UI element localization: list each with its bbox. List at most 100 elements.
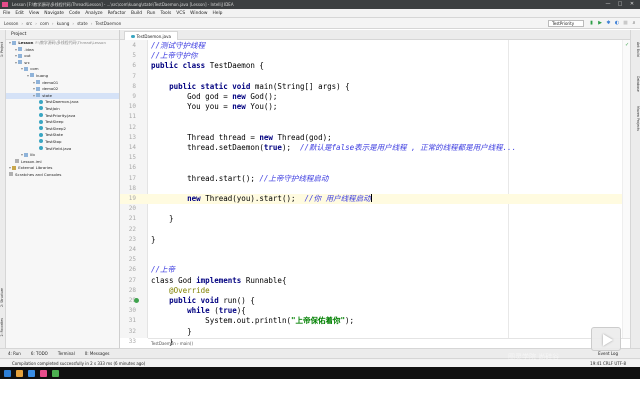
code-line[interactable]: 10 You you = new You();: [120, 102, 630, 112]
code-line[interactable]: 11: [120, 112, 630, 122]
menu-analyze[interactable]: Analyze: [85, 9, 102, 17]
code-line[interactable]: 20: [120, 204, 630, 214]
tree-item[interactable]: ▾ lib: [6, 152, 119, 159]
code-line[interactable]: 14 thread.setDaemon(true); //默认是false表示是…: [120, 143, 630, 153]
code-line[interactable]: 8 public static void main(String[] args)…: [120, 82, 630, 92]
browser-icon[interactable]: [28, 370, 35, 377]
tree-item[interactable]: ▾ kuang: [6, 73, 119, 80]
breadcrumb-lesson[interactable]: Lesson: [4, 18, 18, 28]
tree-item[interactable]: ▾ demo01: [6, 80, 119, 87]
menu-vcs[interactable]: VCS: [176, 9, 185, 17]
tree-item[interactable]: ▾ demo02: [6, 86, 119, 93]
coverage-icon[interactable]: ◐: [614, 20, 621, 27]
code-line[interactable]: 5 //上帝守护你: [120, 51, 630, 61]
code-line[interactable]: 24: [120, 245, 630, 255]
menu-help[interactable]: Help: [212, 9, 222, 17]
tree-item[interactable]: Lesson.iml: [6, 159, 119, 166]
code-line[interactable]: 6 public class TestDaemon {: [120, 61, 630, 71]
code-line[interactable]: 16: [120, 163, 630, 173]
breadcrumb-src[interactable]: src: [26, 18, 32, 28]
menu-navigate[interactable]: Navigate: [44, 9, 64, 17]
code-line[interactable]: 28 @Override: [120, 286, 630, 296]
breadcrumb-kuang[interactable]: kuang: [57, 18, 70, 28]
tree-item[interactable]: ▾ External Libraries: [6, 165, 119, 172]
java-class-icon: [131, 34, 135, 38]
menu-build[interactable]: Build: [131, 9, 142, 17]
minimize-button[interactable]: —: [602, 0, 614, 9]
code-line[interactable]: 31 System.out.println("上帝保佑着你");: [120, 316, 630, 326]
code-lines[interactable]: 4 //测试守护线程 5 //上帝守护你 6 public class TestDaemo…: [120, 40, 630, 346]
tree-item[interactable]: ▾ com: [6, 66, 119, 73]
menu-tools[interactable]: Tools: [160, 9, 171, 17]
code-line[interactable]: 19 new Thread(you).start(); //你 用户线程启动: [120, 194, 630, 205]
file-explorer-icon[interactable]: [16, 370, 23, 377]
editor-tab-testdaemon[interactable]: TestDaemon.java: [124, 31, 178, 40]
menu-edit[interactable]: Edit: [15, 9, 24, 17]
code-line[interactable]: 18: [120, 184, 630, 194]
tree-item[interactable]: ▾ Lesson F:\教学源码\多线程代码\Thread\Lesson: [6, 40, 119, 47]
code-line[interactable]: 4 //测试守护线程: [120, 41, 630, 51]
todo-tool-tab[interactable]: 6: TODO: [31, 349, 48, 358]
tree-item[interactable]: ▾ src: [6, 60, 119, 67]
tree-item[interactable]: TestStop: [6, 139, 119, 146]
tree-item[interactable]: TestYield.java: [6, 146, 119, 153]
run-tool-tab[interactable]: 4: Run: [8, 349, 21, 358]
code-line[interactable]: 9 God god = new God();: [120, 92, 630, 102]
breadcrumb-state[interactable]: state: [77, 18, 88, 28]
override-marker-icon[interactable]: [134, 298, 139, 303]
code-line[interactable]: 13 Thread thread = new Thread(god);: [120, 133, 630, 143]
code-line[interactable]: 25: [120, 255, 630, 265]
menu-code[interactable]: Code: [69, 9, 80, 17]
menu-file[interactable]: File: [3, 9, 10, 17]
tree-item[interactable]: TestDaemon.java: [6, 99, 119, 106]
tree-item[interactable]: TestState: [6, 132, 119, 139]
tree-item[interactable]: ▾ out: [6, 53, 119, 60]
code-line[interactable]: 7: [120, 72, 630, 82]
tree-item[interactable]: ▾ .idea: [6, 47, 119, 54]
code-line[interactable]: 22: [120, 225, 630, 235]
run-icon[interactable]: ▶: [597, 20, 604, 27]
code-line[interactable]: 27 class God implements Runnable{: [120, 276, 630, 286]
code-line[interactable]: 21 }: [120, 214, 630, 224]
terminal-tool-tab[interactable]: Terminal: [58, 349, 75, 358]
menu-refactor[interactable]: Refactor: [108, 9, 126, 17]
tree-item[interactable]: TestSleep: [6, 119, 119, 126]
stop-icon[interactable]: ■: [622, 20, 629, 27]
run-configuration-select[interactable]: TestPriority: [548, 20, 584, 27]
tree-item[interactable]: TestJoin: [6, 106, 119, 113]
menu-view[interactable]: View: [29, 9, 39, 17]
project-panel-title[interactable]: Project: [6, 30, 119, 40]
code-line[interactable]: 26 //上帝: [120, 265, 630, 275]
start-menu-icon[interactable]: [4, 370, 11, 377]
maximize-button[interactable]: □: [614, 0, 626, 9]
code-line[interactable]: 12: [120, 123, 630, 133]
breadcrumb-com[interactable]: com: [40, 18, 49, 28]
ant-build-tab[interactable]: Ant Build: [632, 42, 640, 57]
code-line[interactable]: 29 public void run() {: [120, 296, 630, 306]
tree-item[interactable]: ▾ state: [6, 92, 119, 100]
editor-breadcrumb[interactable]: TestDaemon › main(): [148, 338, 630, 348]
messages-tool-tab[interactable]: 0: Messages: [85, 349, 110, 358]
tree-item[interactable]: Scratches and Consoles: [6, 172, 119, 179]
maven-projects-tab[interactable]: Maven Projects: [632, 106, 640, 131]
code-line[interactable]: 32 }: [120, 327, 630, 337]
code-line[interactable]: 23}: [120, 235, 630, 245]
tree-item[interactable]: TestPriority.java: [6, 113, 119, 120]
code-line[interactable]: 15: [120, 153, 630, 163]
debug-icon[interactable]: ✱: [605, 20, 612, 27]
intellij-taskbar-icon[interactable]: [40, 370, 47, 377]
breadcrumb-testdaemon[interactable]: TestDaemon: [95, 18, 121, 28]
menu-window[interactable]: Window: [190, 9, 207, 17]
search-icon[interactable]: ⌕: [631, 20, 638, 27]
folder-icon: [36, 80, 41, 85]
menu-run[interactable]: Run: [147, 9, 155, 17]
tree-item[interactable]: TestSleep2: [6, 126, 119, 133]
app-taskbar-icon[interactable]: [52, 370, 59, 377]
database-tab[interactable]: Database: [632, 76, 640, 92]
close-button[interactable]: ✕: [626, 0, 638, 9]
code-line[interactable]: 30 while (true){: [120, 306, 630, 316]
editor-scrollbar[interactable]: ✓: [622, 40, 630, 338]
video-play-button[interactable]: [591, 327, 621, 351]
build-icon[interactable]: ▮: [588, 20, 595, 27]
code-line[interactable]: 17 thread.start(); //上帝守护线程启动: [120, 174, 630, 184]
